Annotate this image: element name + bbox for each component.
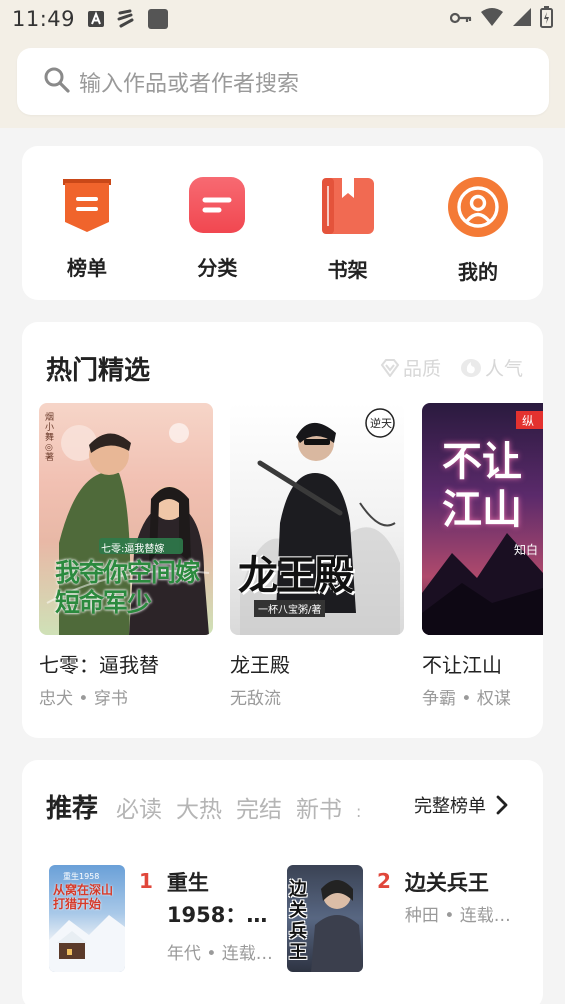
a-notification-icon <box>87 10 105 28</box>
book-meta-3: 争霸 • 权谋 <box>422 689 511 709</box>
profile-icon <box>447 176 509 242</box>
nav-label-ranking: 榜单 <box>67 256 107 280</box>
tab-must-read[interactable]: 必读 <box>116 790 162 824</box>
cover-publisher-3: 纵 <box>522 414 535 428</box>
nav-label-category: 分类 <box>197 256 238 280</box>
ranked-book-1[interactable]: 重生1958 从窝在深山打猎开始 1 重生 1958：… 年代 • 连载… <box>49 865 285 972</box>
ranked-book-2[interactable]: 边关兵王 2 边关兵王 种田 • 连载… <box>287 865 523 972</box>
rank-number-1: 1 <box>139 869 153 893</box>
book-card-2[interactable]: 逆天 龙王殿 一杯八宝粥/著 龙王殿 无敌流 <box>230 403 404 709</box>
cover-seal-2: 逆天 <box>370 417 392 430</box>
section-title-hot: 热门精选 <box>46 356 151 386</box>
nav-item-ranking[interactable]: 榜单 <box>54 146 120 300</box>
ranked-title-2: 边关兵王 <box>404 871 489 895</box>
tag-quality[interactable]: 品质 <box>380 354 441 381</box>
ranked-title-1a: 重生 <box>166 871 209 895</box>
quick-nav-card: 榜单 分类 书架 我的 <box>22 146 543 300</box>
status-time: 11:49 <box>12 7 76 31</box>
nav-label-bookshelf: 书架 <box>327 258 368 282</box>
cover-subtitle-1: 七零:逼我替嫁 <box>101 544 165 555</box>
tabs-overflow-divider: : <box>356 802 362 821</box>
ranked-info-2: 边关兵王 种田 • 连载… <box>405 867 523 972</box>
tab-new[interactable]: 新书 <box>296 790 342 824</box>
tab-recommend[interactable]: 推荐 <box>46 788 98 825</box>
cover-author-3: 知白 <box>514 543 539 557</box>
book-meta-2: 无敌流 <box>230 689 281 709</box>
nav-item-category[interactable]: 分类 <box>184 146 250 300</box>
ranking-banner-icon <box>60 176 114 238</box>
ranked-cover-title-2: 边关兵王 <box>289 879 307 963</box>
bookshelf-icon <box>320 176 376 240</box>
diamond-icon <box>380 358 400 377</box>
tag-popularity-label: 人气 <box>485 358 524 380</box>
cover-title-3: 不让江山 <box>442 439 522 533</box>
search-input[interactable]: 输入作品或者作者搜索 <box>79 66 299 98</box>
tag-quality-label: 品质 <box>403 358 442 380</box>
tab-trending[interactable]: 大热 <box>176 790 222 824</box>
ranked-cover-subtitle-1: 重生1958 <box>63 872 100 881</box>
ranked-cover-2[interactable]: 边关兵王 <box>287 865 363 972</box>
book-cover-2[interactable]: 逆天 龙王殿 一杯八宝粥/著 <box>230 403 404 635</box>
chevron-right-icon <box>496 795 508 815</box>
cover-author-1: 烟小舞◎著 <box>45 413 55 463</box>
signal-icon <box>512 7 532 31</box>
cover-title-2: 龙王殿 <box>238 553 354 599</box>
book-title-1: 七零：逼我替 <box>39 653 159 677</box>
ranked-meta-2: 种田 • 连载… <box>404 906 511 926</box>
ranked-cover-1[interactable]: 重生1958 从窝在深山打猎开始 <box>49 865 125 972</box>
book-card-1[interactable]: 七零:逼我替嫁 我夺你空间嫁短命军少 烟小舞◎著 七零：逼我替 忠犬 • 穿书 <box>39 403 213 709</box>
book-title-2: 龙王殿 <box>230 653 290 677</box>
cover-title-1: 我夺你空间嫁短命军少 <box>55 558 200 617</box>
ranked-meta-1: 年代 • 连载… <box>166 944 273 964</box>
book-card-3[interactable]: 纵 不让江山 知白 不让江山 争霸 • 权谋 <box>422 403 543 709</box>
book-meta-1: 忠犬 • 穿书 <box>39 689 128 709</box>
book-cover-3[interactable]: 纵 不让江山 知白 <box>422 403 543 635</box>
square-notification-icon <box>147 8 169 30</box>
tab-completed[interactable]: 完结 <box>236 790 282 824</box>
search-icon <box>43 66 71 98</box>
book-title-3: 不让江山 <box>422 653 502 677</box>
ranked-title-1b: 1958：… <box>166 903 268 927</box>
ranked-cover-title-1: 从窝在深山打猎开始 <box>53 883 114 911</box>
bolt-notification-icon <box>117 9 135 29</box>
search-bar[interactable]: 输入作品或者作者搜索 <box>17 48 549 115</box>
ranked-info-1: 重生 1958：… 年代 • 连载… <box>167 867 285 972</box>
status-bar: 11:49 <box>0 0 565 38</box>
full-ranking-link[interactable]: 完整榜单 <box>414 792 508 818</box>
cover-subtitle-2: 一杯八宝粥/著 <box>254 600 326 617</box>
nav-label-profile: 我的 <box>457 260 498 284</box>
full-ranking-label: 完整榜单 <box>414 796 486 817</box>
book-cover-1[interactable]: 七零:逼我替嫁 我夺你空间嫁短命军少 烟小舞◎著 <box>39 403 213 635</box>
hot-badge-icon <box>460 358 482 378</box>
recommend-tabs: 推荐 必读 大热 完结 新书 : <box>46 788 361 825</box>
tag-popularity[interactable]: 人气 <box>460 354 523 381</box>
category-icon <box>188 176 246 238</box>
wifi-icon <box>480 7 504 31</box>
nav-item-bookshelf[interactable]: 书架 <box>315 146 381 300</box>
rank-number-2: 2 <box>377 869 391 893</box>
key-icon <box>449 10 472 29</box>
battery-charging-icon <box>540 6 553 32</box>
nav-item-profile[interactable]: 我的 <box>445 146 511 300</box>
